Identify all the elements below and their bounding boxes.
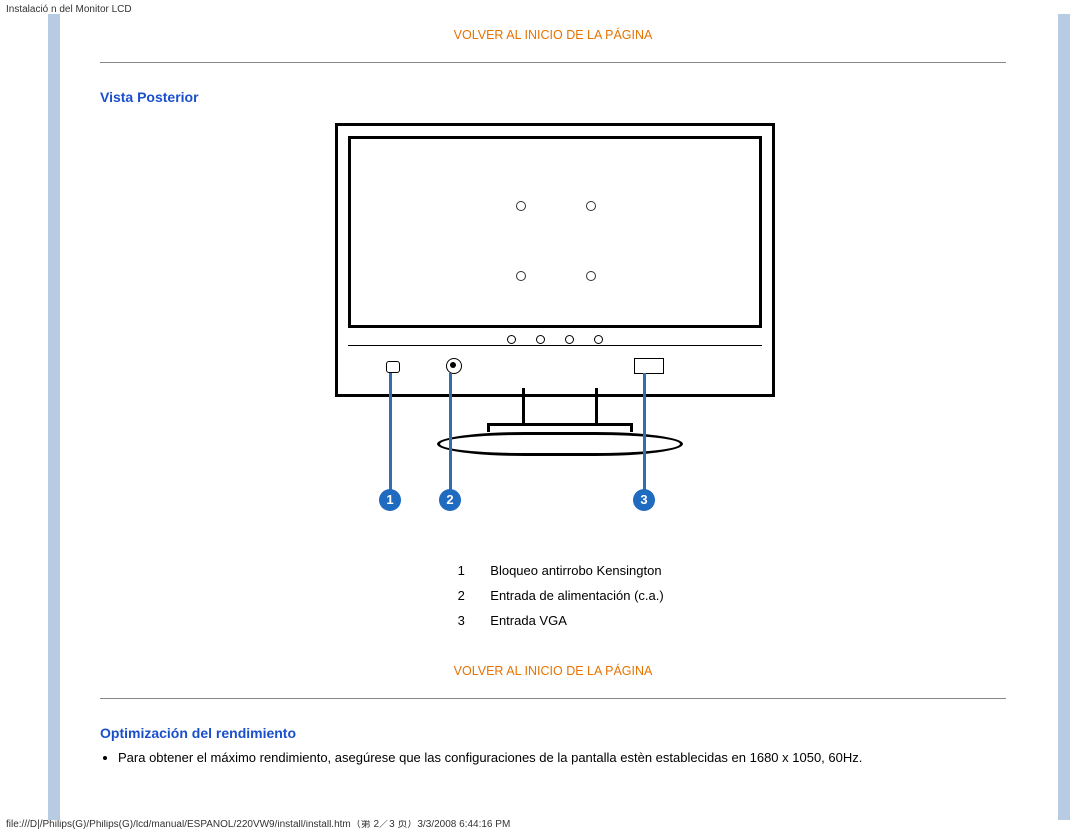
monitor-outline bbox=[335, 123, 775, 397]
section-title-rear-view: Vista Posterior bbox=[100, 89, 1006, 105]
legend-label: Entrada de alimentación (c.a.) bbox=[482, 584, 671, 607]
callout-line-3 bbox=[643, 373, 646, 493]
callout-marker-1: 1 bbox=[379, 489, 401, 511]
callout-line-2 bbox=[449, 373, 452, 493]
rear-view-legend: 1 Bloqueo antirrobo Kensington 2 Entrada… bbox=[440, 557, 673, 634]
legend-row: 1 Bloqueo antirrobo Kensington bbox=[442, 559, 671, 582]
legend-number: 3 bbox=[442, 609, 480, 632]
legend-label: Bloqueo antirrobo Kensington bbox=[482, 559, 671, 582]
callout-marker-2: 2 bbox=[439, 489, 461, 511]
connector-row-line bbox=[348, 345, 762, 346]
section-title-optimization: Optimización del rendimiento bbox=[100, 725, 1006, 741]
right-decor-bar bbox=[1058, 14, 1070, 820]
content-region: VOLVER AL INICIO DE LA PÁGINA Vista Post… bbox=[60, 14, 1054, 820]
stand-neck bbox=[522, 388, 598, 423]
panel-back bbox=[348, 136, 762, 328]
monitor-rear-diagram: 1 2 3 bbox=[317, 117, 797, 547]
back-to-top-link-2[interactable]: VOLVER AL INICIO DE LA PÁGINA bbox=[454, 664, 653, 678]
left-decor-bar bbox=[48, 14, 60, 820]
optimization-bullet: Para obtener el máximo rendimiento, aseg… bbox=[118, 749, 1006, 768]
back-to-top-link-1[interactable]: VOLVER AL INICIO DE LA PÁGINA bbox=[454, 28, 653, 42]
legend-number: 1 bbox=[442, 559, 480, 582]
vga-port-icon bbox=[634, 358, 664, 374]
callout-line-1 bbox=[389, 373, 392, 493]
divider-1 bbox=[100, 62, 1006, 63]
kensington-lock-icon bbox=[386, 361, 400, 373]
divider-2 bbox=[100, 698, 1006, 699]
vesa-screw-icon bbox=[586, 271, 596, 281]
power-port-pin-icon bbox=[450, 362, 456, 368]
vesa-screw-icon bbox=[516, 271, 526, 281]
legend-row: 2 Entrada de alimentación (c.a.) bbox=[442, 584, 671, 607]
legend-number: 2 bbox=[442, 584, 480, 607]
vesa-screw-icon bbox=[516, 201, 526, 211]
stand-base bbox=[437, 432, 683, 456]
vesa-screw-icon bbox=[586, 201, 596, 211]
stand-top bbox=[487, 423, 633, 432]
legend-label: Entrada VGA bbox=[482, 609, 671, 632]
callout-marker-3: 3 bbox=[633, 489, 655, 511]
legend-row: 3 Entrada VGA bbox=[442, 609, 671, 632]
